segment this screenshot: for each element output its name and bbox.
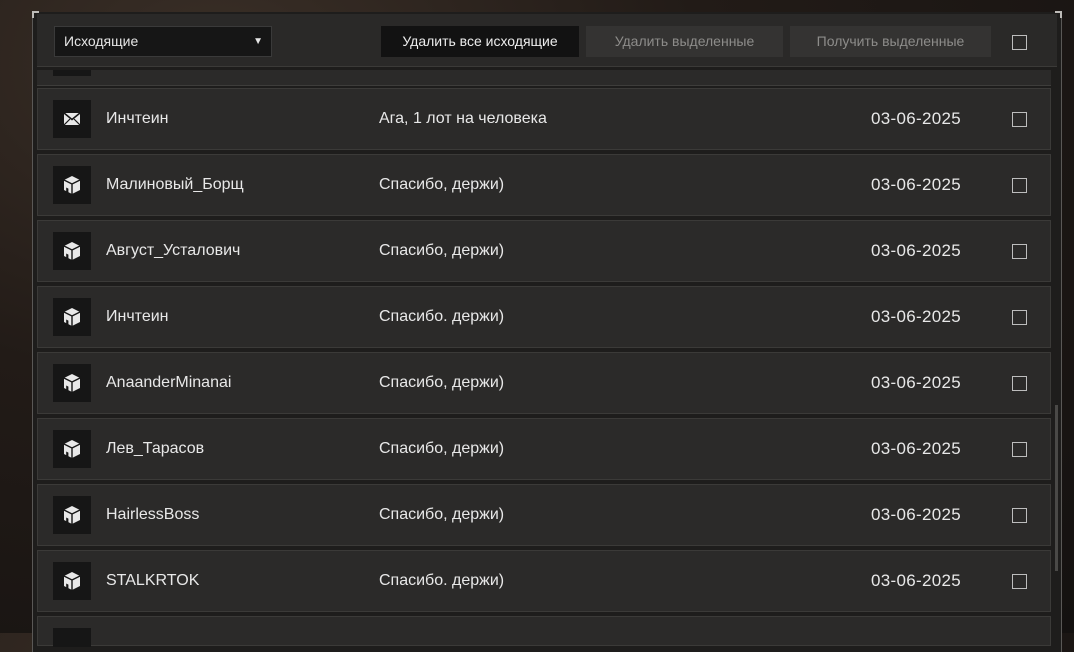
sender-name: STALKRTOK xyxy=(106,572,200,589)
message-date: 03-06-2025 xyxy=(871,175,961,194)
message-subject: Спасибо. держи) xyxy=(379,572,505,589)
list-item[interactable]: Август_Усталович Спасибо, держи) 03-06-202… xyxy=(37,220,1051,282)
list-item[interactable]: STALKRTOK Спасибо. держи) 03-06-2025 xyxy=(37,550,1051,612)
list-item[interactable]: Малиновый_Борщ Спасибо, держи) 03-06-2025 xyxy=(37,154,1051,216)
folder-select[interactable]: Исходящие ▼ xyxy=(54,26,272,57)
sender-name: Малиновый_Борщ xyxy=(106,176,244,193)
package-icon xyxy=(53,364,91,402)
package-icon xyxy=(53,430,91,468)
list-item-partial[interactable] xyxy=(37,616,1051,647)
message-date: 03-06-2025 xyxy=(871,571,961,590)
delete-all-outgoing-button[interactable]: Удалить все исходящие xyxy=(381,26,579,57)
message-date: 03-06-2025 xyxy=(871,373,961,392)
row-checkbox[interactable] xyxy=(1012,508,1027,523)
package-icon xyxy=(53,496,91,534)
package-icon xyxy=(53,562,91,600)
sender-name: Инчтеин xyxy=(106,110,169,127)
package-icon xyxy=(53,232,91,270)
row-checkbox[interactable] xyxy=(1012,442,1027,457)
sender-name: Август_Усталович xyxy=(106,242,241,259)
row-checkbox[interactable] xyxy=(1012,310,1027,325)
message-date: 03-06-2025 xyxy=(871,439,961,458)
message-subject: Ага, 1 лот на человека xyxy=(379,110,547,127)
list-item-partial[interactable] xyxy=(37,70,1051,86)
row-checkbox[interactable] xyxy=(1012,244,1027,259)
package-icon xyxy=(53,70,91,76)
message-subject: Спасибо. держи) xyxy=(379,308,505,325)
list-item[interactable]: Инчтеин Ага, 1 лот на человека 03-06-2025 xyxy=(37,88,1051,150)
list-scrollbar[interactable] xyxy=(1055,405,1058,571)
sender-name: Инчтеин xyxy=(106,308,169,325)
mail-panel: Исходящие ▼ Удалить все исходящие Удалит… xyxy=(32,11,1062,652)
message-subject: Спасибо, держи) xyxy=(379,242,505,259)
sender-name: Лев_Тарасов xyxy=(106,440,205,457)
list-item[interactable]: HairlessBoss Спасибо, держи) 03-06-2025 xyxy=(37,484,1051,546)
row-checkbox[interactable] xyxy=(1012,376,1027,391)
message-date: 03-06-2025 xyxy=(871,109,961,128)
package-icon xyxy=(53,298,91,336)
package-icon xyxy=(53,628,91,647)
message-subject: Спасибо, держи) xyxy=(379,440,505,457)
receive-selected-button[interactable]: Получить выделенные xyxy=(790,26,991,57)
row-checkbox[interactable] xyxy=(1012,178,1027,193)
select-all-checkbox[interactable] xyxy=(1012,35,1027,50)
row-checkbox[interactable] xyxy=(1012,112,1027,127)
dropdown-arrow-icon: ▼ xyxy=(253,36,263,47)
message-date: 03-06-2025 xyxy=(871,307,961,326)
package-icon xyxy=(53,166,91,204)
row-checkbox[interactable] xyxy=(1012,574,1027,589)
list-item[interactable]: Лев_Тарасов Спасибо, держи) 03-06-2025 xyxy=(37,418,1051,480)
message-subject: Спасибо, держи) xyxy=(379,506,505,523)
delete-selected-button[interactable]: Удалить выделенные xyxy=(586,26,783,57)
message-subject: Спасибо, держи) xyxy=(379,374,505,391)
message-date: 03-06-2025 xyxy=(871,505,961,524)
message-date: 03-06-2025 xyxy=(871,241,961,260)
envelope-icon xyxy=(53,100,91,138)
list-item[interactable]: Инчтеин Спасибо. держи) 03-06-2025 xyxy=(37,286,1051,348)
folder-select-value: Исходящие xyxy=(64,33,139,49)
message-subject: Спасибо, держи) xyxy=(379,176,505,193)
sender-name: HairlessBoss xyxy=(106,506,200,523)
list-item[interactable]: AnaanderMinanai Спасибо, держи) 03-06-2025 xyxy=(37,352,1051,414)
mail-toolbar: Исходящие ▼ Удалить все исходящие Удалит… xyxy=(37,14,1057,67)
sender-name: AnaanderMinanai xyxy=(106,374,232,391)
